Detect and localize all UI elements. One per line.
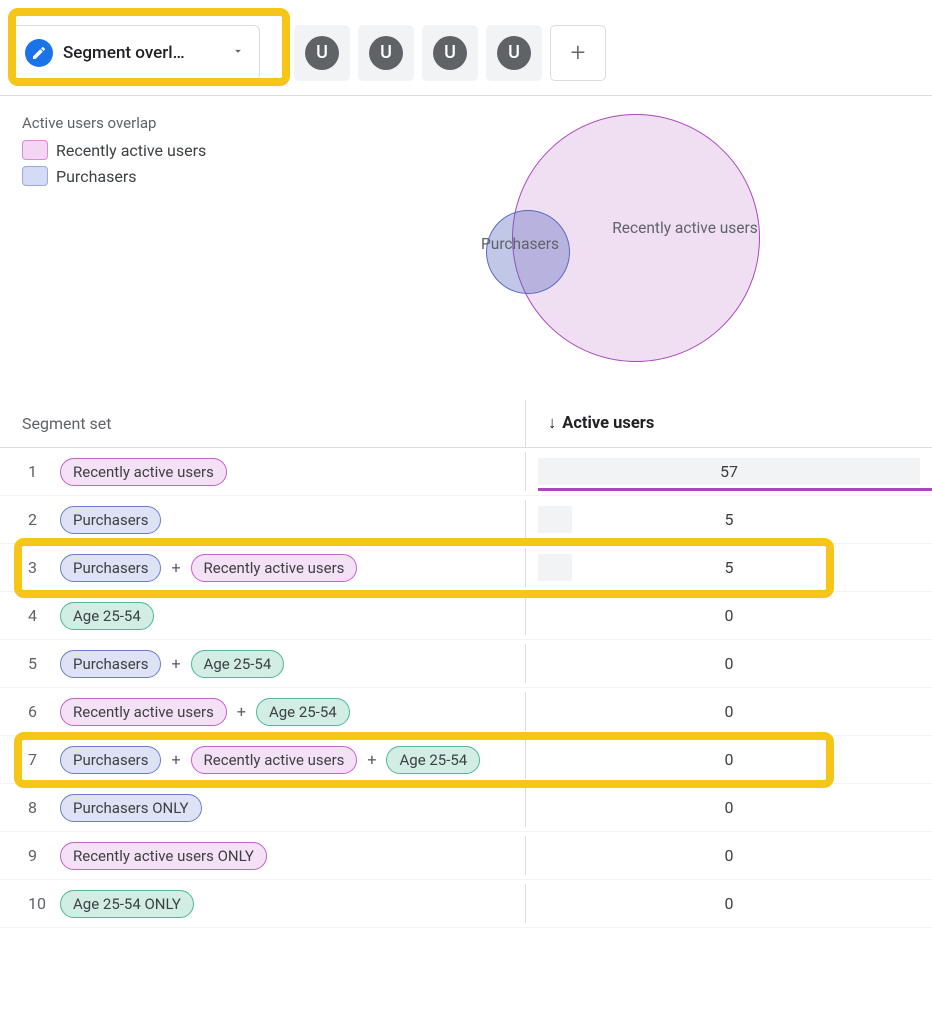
legend-item[interactable]: Recently active users: [22, 140, 362, 160]
row-value: 5: [525, 500, 932, 539]
user-icon: U: [433, 36, 467, 70]
segment-pill[interactable]: Age 25-54: [256, 698, 350, 726]
row-value: 0: [525, 596, 932, 635]
row-number: 8: [0, 798, 60, 817]
tab-untitled[interactable]: U: [294, 25, 350, 81]
table-row[interactable]: 8Purchasers ONLY 0: [0, 784, 932, 832]
row-segments: Purchasers ONLY: [60, 786, 525, 830]
segment-pill[interactable]: Recently active users: [191, 746, 358, 774]
table-header: Segment set ↓ Active users: [0, 400, 932, 448]
row-value: 57: [525, 452, 932, 491]
user-icon: U: [497, 36, 531, 70]
legend-swatch: [22, 140, 48, 160]
col-active-users[interactable]: ↓ Active users: [525, 400, 932, 447]
row-value: 0: [525, 884, 932, 923]
row-number: 9: [0, 846, 60, 865]
plus-separator: +: [169, 750, 182, 769]
col-metric-label: Active users: [562, 414, 654, 433]
segment-pill[interactable]: Purchasers: [60, 554, 161, 582]
plus-separator: +: [235, 702, 248, 721]
row-segments: Recently active users: [60, 450, 525, 494]
tab-untitled[interactable]: U: [422, 25, 478, 81]
add-tab-button[interactable]: +: [550, 25, 606, 81]
row-number: 6: [0, 702, 60, 721]
plus-separator: +: [169, 654, 182, 673]
segment-pill[interactable]: Recently active users: [191, 554, 358, 582]
legend-label: Purchasers: [56, 167, 137, 186]
table-row[interactable]: 1Recently active users 57: [0, 448, 932, 496]
col-segment-set[interactable]: Segment set: [0, 400, 525, 447]
segment-pill[interactable]: Age 25-54: [386, 746, 480, 774]
tab-label: Segment overl…: [63, 43, 185, 63]
segment-pill[interactable]: Recently active users ONLY: [60, 842, 267, 870]
venn-label-small: Purchasers: [468, 234, 572, 254]
table-row[interactable]: 7Purchasers + Recently active users + Age 25…: [0, 736, 932, 784]
row-segments: Purchasers + Recently active users: [60, 546, 525, 590]
row-segments: Age 25-54: [60, 594, 525, 638]
table-row[interactable]: 6Recently active users + Age 25-54 0: [0, 688, 932, 736]
user-icon: U: [305, 36, 339, 70]
legend-label: Recently active users: [56, 141, 206, 160]
legend-title: Active users overlap: [22, 114, 362, 132]
table-row[interactable]: 3Purchasers + Recently active users 5: [0, 544, 932, 592]
table-row[interactable]: 4Age 25-54 0: [0, 592, 932, 640]
row-number: 4: [0, 606, 60, 625]
segment-pill[interactable]: Age 25-54: [191, 650, 285, 678]
legend-item[interactable]: Purchasers: [22, 166, 362, 186]
segment-pill[interactable]: Purchasers: [60, 506, 161, 534]
row-number: 3: [0, 558, 60, 577]
segment-pill[interactable]: Recently active users: [60, 458, 227, 486]
row-value: 0: [525, 740, 932, 779]
row-value: 0: [525, 836, 932, 875]
segment-pill[interactable]: Recently active users: [60, 698, 227, 726]
chevron-down-icon: [231, 43, 245, 63]
segment-pill[interactable]: Purchasers ONLY: [60, 794, 202, 822]
row-segments: Purchasers + Age 25-54: [60, 642, 525, 686]
segment-pill[interactable]: Age 25-54 ONLY: [60, 890, 194, 918]
row-value: 5: [525, 548, 932, 587]
table-row[interactable]: 2Purchasers 5: [0, 496, 932, 544]
row-number: 5: [0, 654, 60, 673]
row-number: 1: [0, 462, 60, 481]
segment-table: Segment set ↓ Active users 1Recently act…: [0, 400, 932, 928]
user-icon: U: [369, 36, 403, 70]
tabs-bar: Segment overl… UUUU +: [0, 0, 932, 96]
legend-swatch: [22, 166, 48, 186]
venn-diagram[interactable]: Recently active users Purchasers: [362, 114, 910, 396]
chart-area: Active users overlap Recently active use…: [0, 96, 932, 396]
tab-segment-overlap[interactable]: Segment overl…: [10, 25, 260, 81]
row-value: 0: [525, 788, 932, 827]
pencil-icon: [25, 39, 53, 67]
table-row[interactable]: 9Recently active users ONLY 0: [0, 832, 932, 880]
plus-separator: +: [169, 558, 182, 577]
row-number: 2: [0, 510, 60, 529]
tab-untitled[interactable]: U: [358, 25, 414, 81]
row-segments: Purchasers: [60, 498, 525, 542]
segment-pill[interactable]: Purchasers: [60, 746, 161, 774]
plus-separator: +: [365, 750, 378, 769]
sort-arrow-icon: ↓: [548, 414, 556, 433]
row-segments: Age 25-54 ONLY: [60, 882, 525, 926]
table-row[interactable]: 5Purchasers + Age 25-54 0: [0, 640, 932, 688]
row-number: 10: [0, 894, 60, 913]
row-segments: Recently active users ONLY: [60, 834, 525, 878]
tab-untitled[interactable]: U: [486, 25, 542, 81]
row-segments: Purchasers + Recently active users + Age 25-…: [60, 738, 525, 782]
row-number: 7: [0, 750, 60, 769]
row-segments: Recently active users + Age 25-54: [60, 690, 525, 734]
row-value: 0: [525, 692, 932, 731]
venn-label-big: Recently active users: [610, 218, 760, 238]
segment-pill[interactable]: Purchasers: [60, 650, 161, 678]
row-value: 0: [525, 644, 932, 683]
segment-pill[interactable]: Age 25-54: [60, 602, 154, 630]
table-row[interactable]: 10Age 25-54 ONLY 0: [0, 880, 932, 928]
